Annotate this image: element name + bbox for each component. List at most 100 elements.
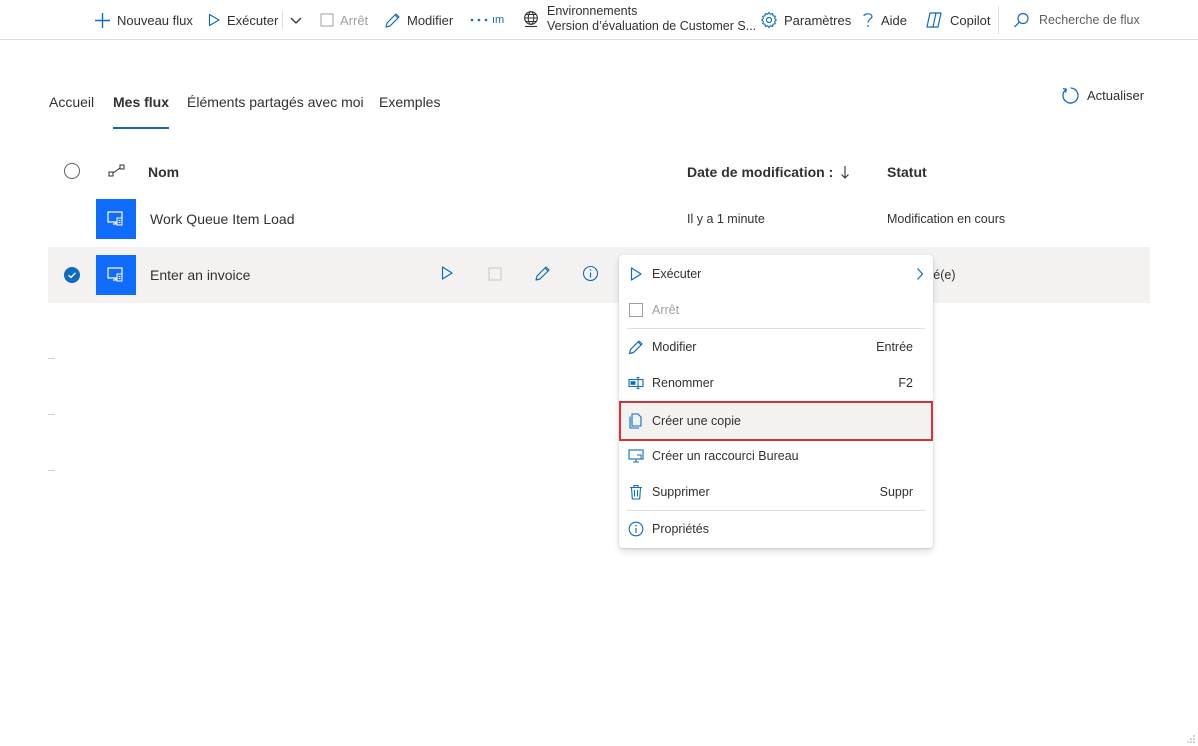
- tab-home[interactable]: Accueil: [49, 94, 94, 130]
- row-edit-button[interactable]: [534, 265, 551, 287]
- desktop-shortcut-icon: [628, 449, 644, 463]
- menu-item-desktop-shortcut[interactable]: Créer un raccourci Bureau: [619, 438, 933, 474]
- stop-icon: [320, 13, 334, 27]
- pencil-icon: [385, 12, 400, 28]
- stop-icon: [629, 303, 643, 317]
- play-icon: [208, 13, 220, 27]
- stop-button[interactable]: Arrêt: [320, 0, 368, 40]
- flow-search-input[interactable]: Recherche de flux: [1013, 0, 1140, 40]
- row-stop-button[interactable]: [488, 267, 502, 286]
- help-button[interactable]: Aide: [861, 0, 907, 40]
- search-icon: [1014, 12, 1029, 27]
- placeholder-row-dash: [48, 470, 55, 471]
- rename-icon: [628, 377, 644, 389]
- desktop-flow-icon: [96, 199, 136, 239]
- placeholder-row-dash: [48, 358, 55, 359]
- flow-name[interactable]: Work Queue Item Load: [150, 211, 294, 227]
- more-commands-button[interactable]: ım: [470, 0, 504, 40]
- new-flow-button[interactable]: Nouveau flux: [94, 0, 193, 40]
- settings-button[interactable]: Paramètres: [760, 0, 851, 40]
- info-icon: [582, 265, 599, 282]
- command-bar: Nouveau flux Exécuter Arrêt Modifier ım …: [0, 0, 1198, 40]
- chevron-down-icon: [290, 17, 302, 24]
- menu-item-label: Créer un raccourci Bureau: [652, 449, 799, 463]
- row-info-button[interactable]: [582, 265, 599, 287]
- flow-modified-date: Il y a 1 minute: [687, 212, 765, 226]
- edit-label: Modifier: [407, 12, 454, 28]
- row-checkbox-checked[interactable]: [64, 267, 80, 283]
- menu-item-shortcut: Suppr: [879, 485, 913, 499]
- checkmark-icon: [68, 272, 76, 279]
- more-commands-label: ım: [492, 14, 505, 26]
- menu-item-create-copy[interactable]: Créer une copie: [619, 401, 933, 441]
- environment-picker[interactable]: Environnements Version d’évaluation de C…: [522, 4, 756, 38]
- menu-item-label: Créer une copie: [652, 414, 741, 428]
- help-icon: [863, 13, 873, 27]
- edit-button[interactable]: Modifier: [384, 0, 453, 40]
- menu-item-delete[interactable]: Supprimer Suppr: [619, 474, 933, 510]
- table-row[interactable]: Work Queue Item Load Il y a 1 minute Mod…: [48, 191, 1150, 247]
- run-button[interactable]: Exécuter: [207, 0, 278, 40]
- pencil-icon: [628, 340, 643, 355]
- column-header-status[interactable]: Statut: [887, 164, 927, 180]
- column-header-modified[interactable]: Date de modification :: [687, 164, 833, 180]
- menu-item-edit[interactable]: Modifier Entrée: [619, 329, 933, 365]
- copilot-label: Copilot: [950, 12, 991, 28]
- menu-item-label: Exécuter: [652, 267, 702, 281]
- menu-item-shortcut: Entrée: [876, 340, 913, 354]
- trash-icon: [630, 484, 642, 500]
- tab-examples[interactable]: Exemples: [379, 94, 440, 130]
- play-icon: [630, 267, 642, 281]
- menu-item-label: Renommer: [652, 376, 714, 390]
- flow-type-column-icon: [108, 164, 125, 183]
- run-label: Exécuter: [227, 12, 279, 28]
- resize-grip-icon[interactable]: [1186, 734, 1196, 744]
- menu-item-run[interactable]: Exécuter: [619, 256, 933, 292]
- tab-my-flows[interactable]: Mes flux: [113, 94, 170, 130]
- chevron-right-icon: [917, 268, 924, 280]
- flow-connector-icon: [108, 164, 125, 177]
- flow-name[interactable]: Enter an invoice: [150, 267, 250, 283]
- pencil-icon: [535, 266, 550, 281]
- desktop-flow-icon: [96, 255, 136, 295]
- stop-label: Arrêt: [340, 12, 369, 28]
- menu-item-label: Propriétés: [652, 522, 709, 536]
- info-icon: [628, 521, 644, 537]
- more-icon: [470, 18, 488, 22]
- refresh-button[interactable]: Actualiser: [1061, 84, 1144, 106]
- search-placeholder: Recherche de flux: [1039, 13, 1140, 27]
- environment-value: Version d’évaluation de Customer S...: [547, 19, 757, 33]
- select-all-checkbox[interactable]: [64, 163, 80, 179]
- row-run-button[interactable]: [440, 265, 454, 286]
- menu-item-properties[interactable]: Propriétés: [619, 511, 933, 547]
- table-row-selected[interactable]: Enter an invoice vé(e): [48, 247, 1150, 303]
- plus-icon: [95, 12, 110, 28]
- menu-item-label: Supprimer: [652, 485, 710, 499]
- menu-item-stop[interactable]: Arrêt: [619, 292, 933, 328]
- copilot-icon: [926, 12, 942, 28]
- sort-descending-icon[interactable]: [840, 165, 850, 185]
- column-header-name[interactable]: Nom: [148, 164, 179, 180]
- menu-item-shortcut: F2: [898, 376, 913, 390]
- copilot-button[interactable]: Copilot: [924, 0, 990, 40]
- stop-icon: [488, 267, 502, 281]
- play-icon: [441, 266, 453, 280]
- refresh-icon: [1062, 86, 1079, 104]
- copy-icon: [629, 413, 642, 429]
- flow-status: Modification en cours: [887, 212, 1006, 226]
- help-label: Aide: [881, 12, 908, 28]
- run-options-dropdown[interactable]: [289, 0, 303, 40]
- globe-icon: [524, 11, 538, 28]
- refresh-label: Actualiser: [1087, 87, 1145, 103]
- context-menu: Exécuter Arrêt Modifier Entrée Renommer …: [619, 255, 933, 548]
- run-split-divider: [282, 11, 283, 29]
- gear-icon: [761, 11, 777, 29]
- settings-label: Paramètres: [784, 12, 852, 28]
- toolbar-divider: [998, 6, 999, 34]
- placeholder-row-dash: [48, 414, 55, 415]
- tab-shared-with-me[interactable]: Éléments partagés avec moi: [187, 94, 364, 130]
- environments-label: Environnements: [547, 4, 638, 18]
- menu-item-rename[interactable]: Renommer F2: [619, 365, 933, 401]
- menu-item-label: Modifier: [652, 340, 697, 354]
- menu-item-label: Arrêt: [652, 303, 680, 317]
